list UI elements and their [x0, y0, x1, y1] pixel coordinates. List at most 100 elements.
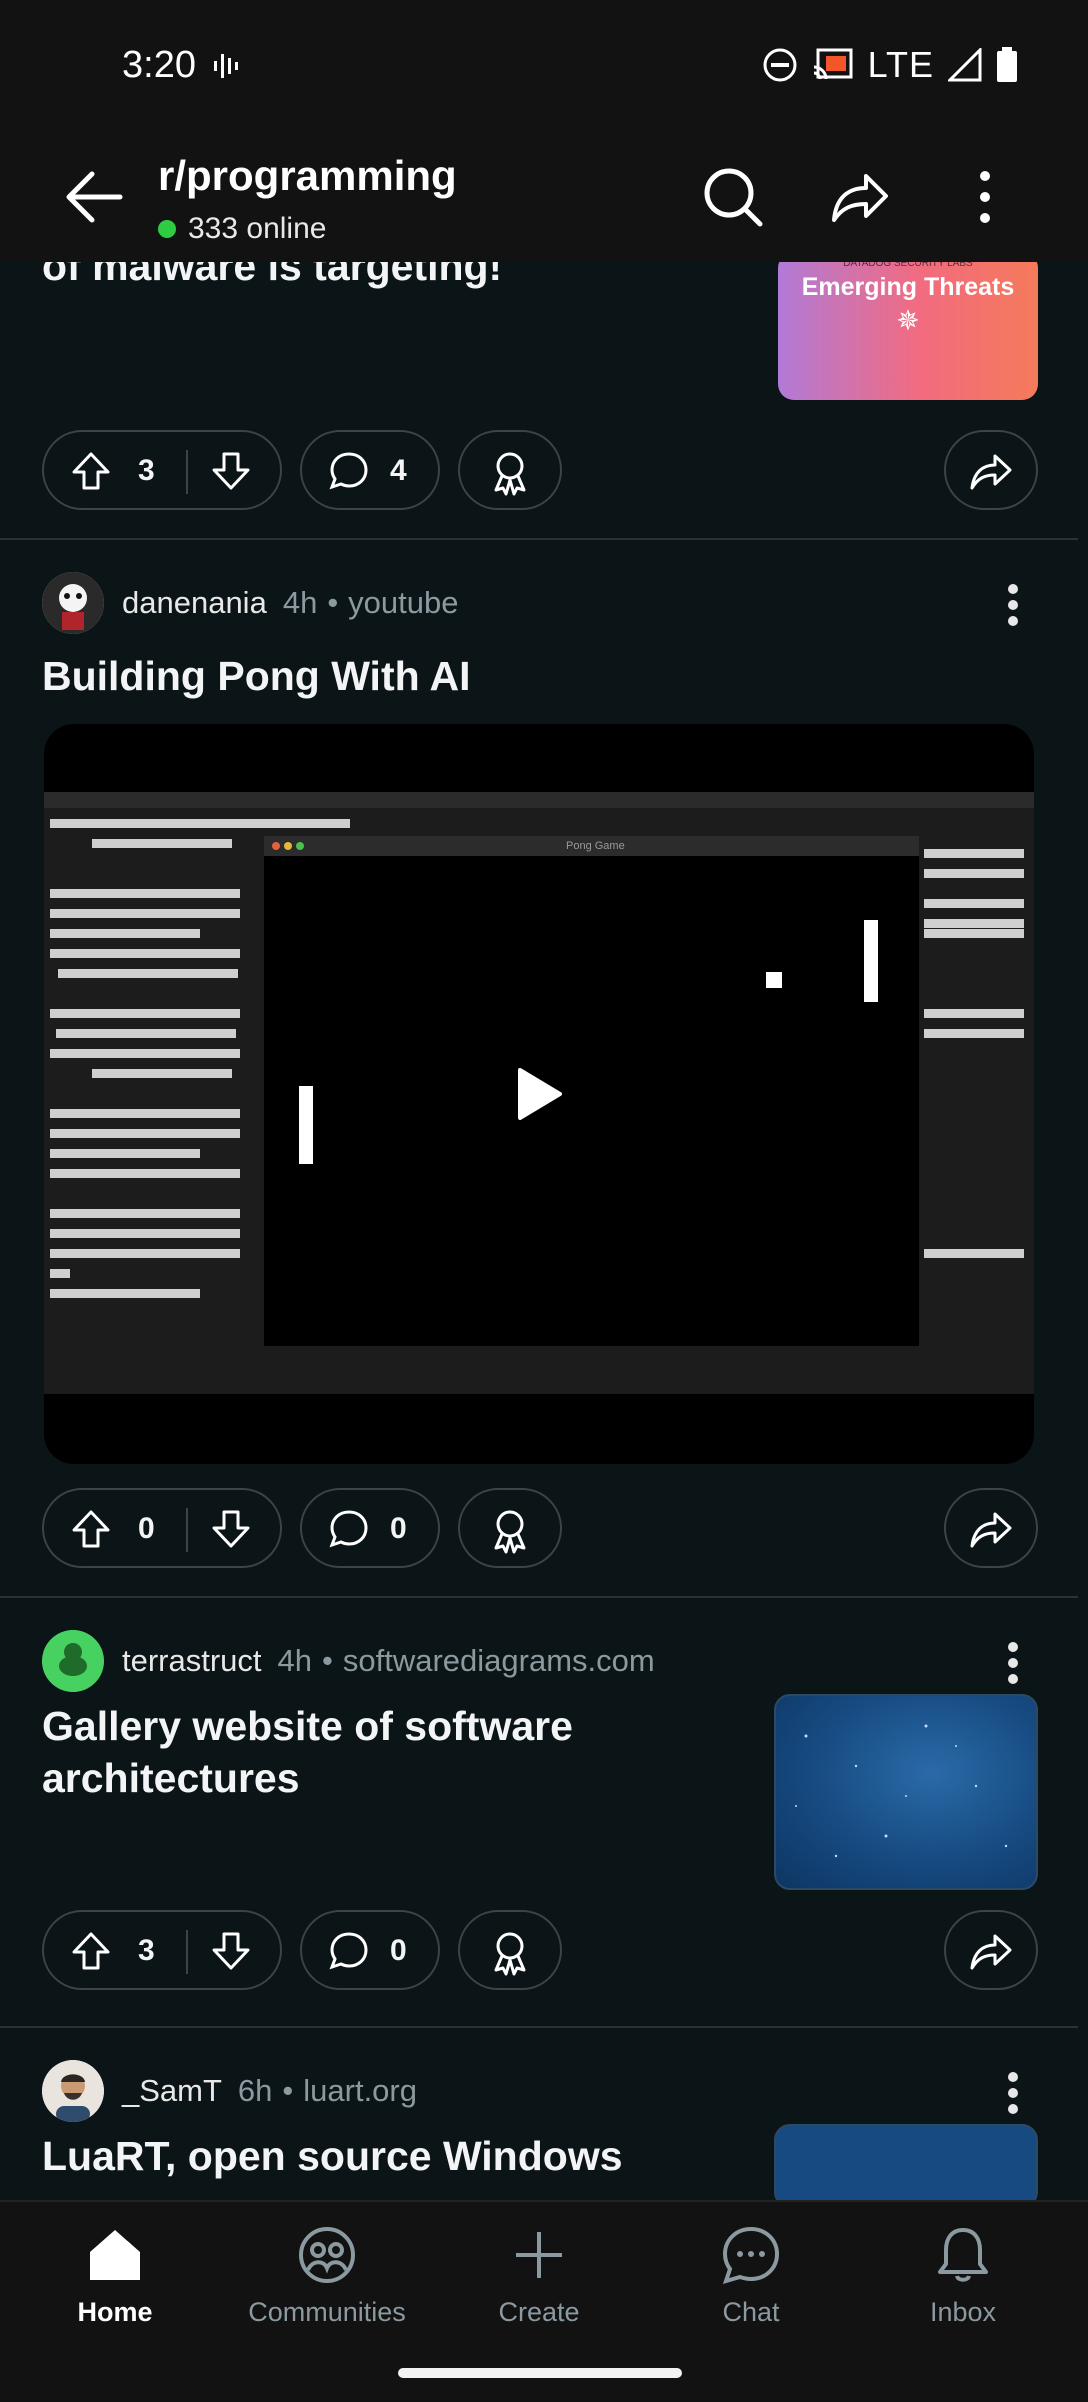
subreddit-header: r/programming 333 online — [0, 132, 1088, 262]
online-dot — [158, 220, 176, 238]
share-button[interactable] — [944, 1488, 1038, 1568]
share-button[interactable] — [944, 1910, 1038, 1990]
comment-icon — [329, 1932, 368, 1970]
post-meta: danenania 4h • youtube — [42, 572, 459, 634]
status-time: 3:20 — [122, 44, 196, 86]
communities-icon — [299, 2227, 355, 2283]
post-more-icon[interactable] — [1008, 578, 1020, 632]
post-title[interactable]: LuaRT, open source Windows — [42, 2130, 682, 2182]
post-card[interactable]: terrastruct 4h • softwarediagrams.com Ga… — [0, 1596, 1078, 2028]
post-title[interactable]: Gallery website of software architecture… — [42, 1700, 682, 1804]
home-icon — [90, 2230, 140, 2280]
post-title[interactable]: Building Pong With AI — [42, 650, 471, 702]
post-author[interactable]: terrastruct — [122, 1643, 262, 1679]
online-count: 333 online — [158, 212, 326, 246]
downvote-icon[interactable] — [210, 1930, 252, 1972]
post-thumbnail[interactable] — [774, 1694, 1038, 1890]
post-actions: 3 0 — [42, 1910, 1038, 1994]
post-age: 4h — [277, 1643, 313, 1678]
virus-icon: ✵ — [896, 305, 920, 336]
share-button[interactable] — [944, 430, 1038, 510]
network-label: LTE — [867, 44, 934, 85]
avatar[interactable] — [42, 1630, 104, 1692]
nav-home[interactable]: Home — [30, 2224, 200, 2328]
more-options-icon[interactable] — [952, 164, 1018, 230]
upvote-icon[interactable] — [70, 1930, 112, 1972]
nav-inbox[interactable]: Inbox — [878, 2224, 1048, 2328]
nav-create[interactable]: Create — [454, 2224, 624, 2328]
award-button[interactable] — [458, 1488, 562, 1568]
share-icon — [970, 1934, 1012, 1970]
meta-separator: • — [327, 585, 339, 620]
vote-count: 3 — [138, 1934, 155, 1967]
bell-icon — [938, 2228, 988, 2282]
post-author[interactable]: _SamT — [122, 2073, 222, 2109]
chat-icon — [722, 2226, 780, 2284]
subreddit-title[interactable]: r/programming — [158, 152, 457, 200]
award-icon — [494, 452, 526, 496]
comment-count: 0 — [390, 1934, 407, 1967]
comments-button[interactable]: 0 — [300, 1488, 440, 1568]
downvote-icon[interactable] — [210, 1508, 252, 1550]
vote-control: 0 — [42, 1488, 282, 1568]
post-author[interactable]: danenania — [122, 585, 267, 621]
comment-icon — [329, 452, 368, 490]
vote-count: 3 — [138, 454, 155, 487]
post-card[interactable]: of malware is targeting! DATADOG SECURIT… — [0, 243, 1078, 540]
post-age: 4h — [282, 585, 318, 620]
starfield-image — [795, 1724, 1008, 1858]
post-source[interactable]: softwarediagrams.com — [343, 1643, 655, 1679]
search-icon[interactable] — [700, 164, 766, 230]
upvote-icon[interactable] — [70, 450, 112, 492]
battery-icon — [997, 47, 1017, 82]
award-button[interactable] — [458, 1910, 562, 1990]
vote-divider — [186, 450, 188, 494]
bottom-navigation: Home Communities Create Chat Inbox — [0, 2200, 1088, 2402]
online-label: 333 online — [188, 212, 327, 245]
post-actions: 0 0 — [42, 1488, 1038, 1572]
cast-icon — [813, 48, 853, 80]
nav-communities[interactable]: Communities — [242, 2224, 412, 2328]
comment-count: 0 — [390, 1512, 407, 1545]
award-button[interactable] — [458, 430, 562, 510]
upvote-icon[interactable] — [70, 1508, 112, 1550]
nav-communities-label: Communities — [248, 2297, 406, 2327]
comments-button[interactable]: 0 — [300, 1910, 440, 1990]
vote-control: 3 — [42, 1910, 282, 1990]
signal-icon — [948, 48, 982, 82]
post-source[interactable]: luart.org — [303, 2073, 417, 2109]
thumbnail-title: Emerging Threats — [801, 273, 1015, 301]
plus-icon — [516, 2232, 562, 2278]
nav-chat-label: Chat — [722, 2297, 780, 2327]
post-meta: _SamT 6h • luart.org — [42, 2060, 417, 2122]
post-card[interactable]: danenania 4h • youtube Building Pong Wit… — [0, 538, 1078, 1598]
play-icon[interactable] — [514, 1066, 564, 1122]
gesture-home-bar[interactable] — [398, 2368, 682, 2378]
avatar[interactable] — [42, 2060, 104, 2122]
post-thumbnail[interactable]: DATADOG SECURITY LABS Emerging Threats ✵ — [778, 252, 1038, 400]
avatar[interactable] — [42, 572, 104, 634]
vote-divider — [186, 1508, 188, 1552]
post-more-icon[interactable] — [1008, 2066, 1020, 2120]
post-source[interactable]: youtube — [348, 585, 458, 621]
meta-separator: • — [322, 1643, 333, 1678]
share-icon — [970, 454, 1012, 490]
voice-activity-icon — [214, 54, 238, 78]
post-card[interactable]: _SamT 6h • luart.org LuaRT, open source … — [0, 2026, 1078, 2208]
downvote-icon[interactable] — [210, 450, 252, 492]
video-window-title: Pong Game — [566, 840, 625, 852]
back-arrow-icon[interactable] — [60, 162, 130, 232]
share-icon[interactable] — [826, 164, 892, 230]
post-more-icon[interactable] — [1008, 1636, 1020, 1690]
share-icon — [970, 1512, 1012, 1548]
video-player[interactable]: Pong Game — [44, 724, 1034, 1464]
post-age: 6h — [237, 2073, 273, 2108]
nav-home-label: Home — [77, 2297, 153, 2327]
vote-divider — [186, 1930, 188, 1974]
status-bar: 3:20 LTE — [0, 0, 1088, 132]
nav-chat[interactable]: Chat — [666, 2224, 836, 2328]
post-thumbnail[interactable] — [774, 2124, 1038, 2208]
nav-create-label: Create — [498, 2297, 580, 2327]
nav-inbox-label: Inbox — [929, 2297, 997, 2327]
comments-button[interactable]: 4 — [300, 430, 440, 510]
